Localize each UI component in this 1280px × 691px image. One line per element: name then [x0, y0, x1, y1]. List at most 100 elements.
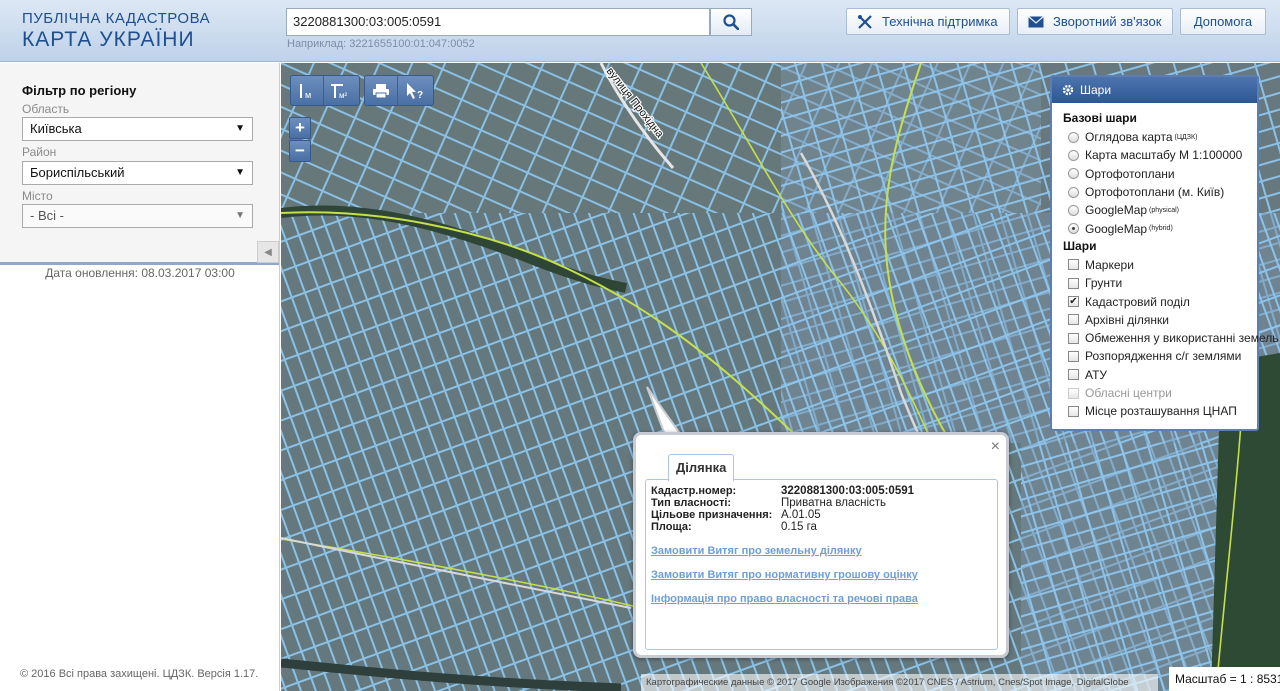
layer-label: GoogleMap	[1085, 221, 1148, 236]
chevron-left-icon: ◀	[264, 246, 272, 258]
misto-select[interactable]: - Всі - ▼	[22, 204, 253, 228]
measure-area-button[interactable]: м²	[324, 76, 357, 105]
search-button[interactable]	[710, 8, 752, 36]
filter-title: Фільтр по регіону	[22, 83, 137, 98]
base-layer-item[interactable]: Оглядова карта (ЦДЗК)	[1052, 128, 1257, 146]
layer-label: GoogleMap	[1085, 203, 1148, 218]
raion-value: Бориспільський	[30, 165, 125, 180]
cadastral-search-input[interactable]: 3220881300:03:005:0591	[286, 8, 710, 36]
base-layer-item[interactable]: GoogleMap (hybrid)	[1052, 219, 1257, 237]
layer-label: Грунти	[1085, 276, 1123, 291]
base-layer-item[interactable]: Ортофотоплани	[1052, 165, 1257, 183]
layers-title: Шари	[1080, 83, 1112, 97]
checkbox[interactable]	[1068, 369, 1079, 381]
svg-text:м: м	[305, 90, 311, 100]
radio-button[interactable]	[1068, 204, 1079, 216]
oblast-select[interactable]: Київська ▼	[22, 117, 253, 141]
overlay-layer-item[interactable]: Розпорядження с/г землями	[1052, 347, 1257, 365]
raion-select[interactable]: Бориспільський ▼	[22, 161, 253, 185]
layer-label: Архівні ділянки	[1085, 312, 1169, 327]
row-value: Приватна власність	[781, 497, 887, 509]
layers-header[interactable]: Шари	[1052, 77, 1257, 103]
cadastral-number-row: Кадастр.номер: 3220881300:03:005:0591	[651, 485, 914, 497]
support-button[interactable]: Технічна підтримка	[846, 8, 1010, 35]
envelope-icon	[1028, 15, 1044, 28]
checkbox[interactable]	[1068, 277, 1079, 289]
overlay-layers-title: Шари	[1063, 238, 1097, 253]
dropdown-arrow-icon: ▼	[235, 123, 245, 134]
region-filter: Фільтр по регіону Область Київська ▼ Рай…	[0, 63, 279, 265]
base-layer-item[interactable]: Карта масштабу М 1:100000	[1052, 146, 1257, 164]
overlay-layer-item[interactable]: Маркери	[1052, 256, 1257, 274]
layer-label-sup: (hybrid)	[1149, 225, 1173, 233]
oblast-value: Київська	[30, 121, 82, 136]
close-icon[interactable]: ×	[991, 438, 1000, 456]
checkbox[interactable]	[1068, 314, 1079, 326]
base-layers-title: Базові шари	[1063, 111, 1137, 125]
print-button[interactable]	[365, 76, 398, 105]
row-key: Площа:	[651, 521, 692, 533]
overlay-layer-item[interactable]: АТУ	[1052, 366, 1257, 384]
left-panel: Фільтр по регіону Область Київська ▼ Рай…	[0, 63, 280, 691]
overlay-layer-item[interactable]: ✔ Кадастровий поділ	[1052, 292, 1257, 310]
radio-button[interactable]	[1068, 168, 1079, 180]
checkbox[interactable]	[1068, 350, 1079, 362]
row-key: Тип власності:	[651, 497, 732, 509]
ownership-info-link[interactable]: Інформація про право власності та речові…	[651, 593, 918, 605]
identify-button[interactable]: ?	[398, 76, 431, 105]
order-valuation-link[interactable]: Замовити Витяг про нормативну грошову оц…	[651, 569, 918, 581]
base-layer-item[interactable]: Ортофотоплани (м. Київ)	[1052, 183, 1257, 201]
map-view[interactable]: вулиця Прохідна м м² ? + − Шари Базові ш…	[281, 63, 1280, 691]
help-button[interactable]: Допомога	[1180, 8, 1266, 35]
base-layers-list: Оглядова карта (ЦДЗК) Карта масштабу М 1:1…	[1052, 128, 1257, 238]
collapse-panel-button[interactable]: ◀	[257, 241, 279, 263]
overlay-layer-item[interactable]: Грунти	[1052, 274, 1257, 292]
checkbox[interactable]	[1068, 405, 1079, 417]
layer-label: Кадастровий поділ	[1085, 294, 1190, 309]
ruler-icon: м	[300, 83, 311, 100]
checkbox-checked[interactable]: ✔	[1068, 296, 1079, 308]
row-key: Цільове призначення:	[651, 509, 773, 521]
cursor-question-icon: ?	[406, 82, 423, 100]
checkbox	[1068, 387, 1079, 399]
raion-label: Район	[22, 145, 57, 159]
checkbox[interactable]	[1068, 259, 1079, 271]
row-value: 3220881300:03:005:0591	[781, 485, 915, 497]
layer-label: АТУ	[1085, 367, 1108, 382]
layer-label-sup: (ЦДЗК)	[1174, 133, 1198, 141]
print-toolbar: ?	[364, 75, 434, 106]
copyright: © 2016 Всі права захищені. ЦДЗК. Версія …	[20, 668, 259, 680]
misto-label: Місто	[22, 189, 53, 203]
oblast-label: Область	[22, 102, 70, 116]
layer-label-sup: (physical)	[1149, 206, 1179, 214]
radio-button[interactable]	[1068, 149, 1079, 161]
base-layer-item[interactable]: GoogleMap (physical)	[1052, 201, 1257, 219]
overlay-layer-item[interactable]: Архівні ділянки	[1052, 311, 1257, 329]
feedback-label: Зворотний зв'язок	[1053, 14, 1162, 29]
layer-label: Обмеження у використанні земель	[1085, 331, 1279, 346]
tools-icon	[857, 14, 873, 30]
checkbox[interactable]	[1068, 332, 1079, 344]
measure-distance-button[interactable]: м	[291, 76, 324, 105]
zoom-in-button[interactable]: +	[289, 117, 311, 139]
purpose-row: Цільове призначення: А.01.05	[651, 509, 821, 521]
logo[interactable]: ПУБЛІЧНА КАДАСТРОВА КАРТА УКРАЇНИ	[22, 10, 210, 52]
overlay-layer-item[interactable]: Місце розташування ЦНАП	[1052, 402, 1257, 420]
layer-label: Розпорядження с/г землями	[1085, 349, 1242, 364]
feedback-button[interactable]: Зворотний зв'язок	[1017, 8, 1173, 35]
overlay-layer-item[interactable]: Обмеження у використанні земель	[1052, 329, 1278, 347]
row-value: 0.15 га	[781, 521, 817, 533]
measure-toolbar: м м²	[290, 75, 360, 106]
layer-label: Карта масштабу М 1:100000	[1085, 148, 1243, 163]
radio-button[interactable]	[1068, 186, 1079, 198]
tab-parcel[interactable]: Ділянка	[668, 454, 735, 481]
zoom-out-button[interactable]: −	[289, 140, 311, 162]
layers-panel: Шари Базові шари Оглядова карта (ЦДЗК) Кар…	[1050, 75, 1278, 431]
layer-label: Обласні центри	[1085, 386, 1172, 400]
radio-button[interactable]	[1068, 131, 1079, 143]
order-extract-link[interactable]: Замовити Витяг про земельну ділянку	[651, 545, 862, 557]
logo-line1: ПУБЛІЧНА КАДАСТРОВА	[22, 10, 211, 27]
scale-indicator: Масштаб = 1 : 8531	[1169, 667, 1280, 691]
row-value: А.01.05	[781, 509, 821, 521]
radio-button[interactable]	[1068, 223, 1079, 235]
